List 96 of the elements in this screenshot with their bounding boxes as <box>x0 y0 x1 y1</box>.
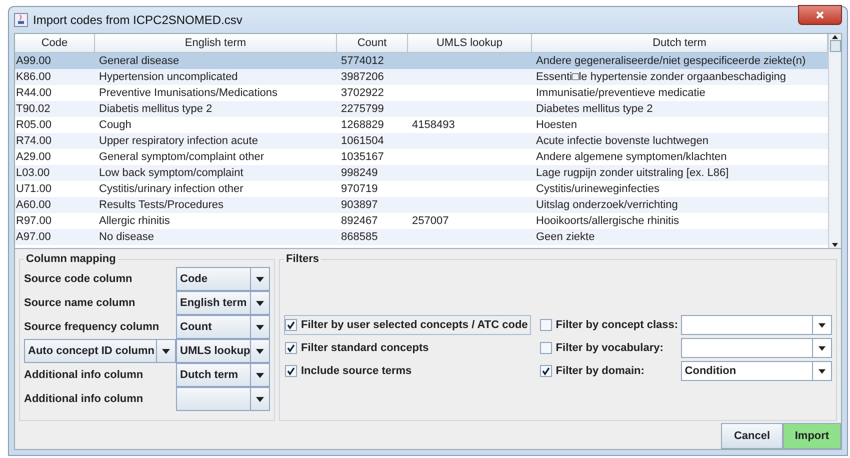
table-cell-text: Results Tests/Procedures <box>98 199 224 211</box>
table-cell-text: 3987206 <box>340 71 384 83</box>
column-dropdown[interactable]: Code <box>176 267 270 291</box>
column-header[interactable]: Count <box>337 34 408 53</box>
column-header[interactable]: Dutch term <box>532 34 828 53</box>
scrollbar[interactable] <box>828 34 841 248</box>
table-row[interactable]: A99.00 General disease 5774012 Andere gegeneraliseerde/niet gespecificeerde ziekte(n) <box>15 53 828 69</box>
column-dropdown[interactable]: UMLS lookup <box>176 339 270 363</box>
table-row[interactable]: A97.00 No disease 868585 Geen ziekte <box>15 229 828 245</box>
table-cell-text: General disease <box>98 55 180 67</box>
table-cell-text: Diabetis mellitus type 2 <box>98 103 212 115</box>
table-cell-text: 1268829 <box>340 119 384 131</box>
table-cell-text: 5774012 <box>340 55 384 67</box>
scroll-thumb[interactable] <box>830 40 840 52</box>
table-cell-text: 2275799 <box>340 103 384 115</box>
table-row[interactable]: T90.02 Diabetis mellitus type 2 2275799 Diabetes mellitus type 2 <box>15 101 828 117</box>
close-icon <box>815 10 825 20</box>
table-cell-text: Andere gegeneraliseerde/niet gespecificeerde ziekte(n) <box>535 55 806 67</box>
checkbox[interactable] <box>285 342 297 354</box>
table-cell-text: Acute infectie bovenste luchtwegen <box>535 135 708 147</box>
checkbox-label[interactable]: Filter by vocabulary: <box>556 342 664 354</box>
column-header[interactable]: English term <box>95 34 337 53</box>
group-title: Filters <box>285 253 320 265</box>
table-row[interactable]: K86.00 Hypertension uncomplicated 3987206 Essenti□le hypertensie zonder orgaanbeschadiging <box>15 69 828 85</box>
field-label: Additional info column <box>24 392 144 407</box>
table-row[interactable]: R74.00 Upper respiratory infection acute 1061504 Acute infectie bovenste luchtwegen <box>15 133 828 149</box>
table-cell-text: Cystitis/urineweginfecties <box>535 183 660 195</box>
table-cell: A29.00 <box>15 151 51 163</box>
checkbox[interactable] <box>540 365 552 377</box>
table-cell-text: Preventive Imunisations/Medications <box>98 87 278 99</box>
table-cell: R05.00 <box>15 119 52 131</box>
field-label: Source frequency column <box>24 320 160 335</box>
field-label: Source name column <box>24 296 136 311</box>
table-cell: A97.00 <box>15 231 51 243</box>
table-cell-text: 868585 <box>340 231 378 243</box>
field-label: Source code column <box>24 272 134 287</box>
table-cell-text: Upper respiratory infection acute <box>98 135 258 147</box>
table-cell-text: Allergic rhinitis <box>98 215 170 227</box>
table-cell-text: Uitslag onderzoek/verrichting <box>535 199 678 211</box>
group-title: Column mapping <box>25 253 117 265</box>
java-cup-icon <box>14 13 28 27</box>
table-cell-text: Cystitis/urinary infection other <box>98 183 244 195</box>
cancel-button[interactable]: Cancel <box>721 423 783 449</box>
table-row[interactable]: A60.00 Results Tests/Procedures 903897 Uitslag onderzoek/verrichting <box>15 197 828 213</box>
checkbox[interactable] <box>285 365 297 377</box>
checkbox[interactable] <box>285 319 297 331</box>
table-cell-text: Low back symptom/complaint <box>98 167 244 179</box>
window-title: Import codes from ICPC2SNOMED.csv <box>33 13 244 27</box>
checkbox-label[interactable]: Filter standard concepts <box>301 342 429 354</box>
table-cell-text: No disease <box>98 231 154 243</box>
checkbox-label[interactable]: Filter by domain: <box>556 365 644 377</box>
table-cell-text: 1061504 <box>340 135 384 147</box>
table-cell: R44.00 <box>15 87 52 99</box>
table-cell-text: 4158493 <box>411 119 455 131</box>
checkbox-label[interactable]: Include source terms <box>301 365 412 377</box>
table-cell: L03.00 <box>15 167 50 179</box>
scroll-down-icon[interactable] <box>831 242 839 248</box>
column-header[interactable]: Code <box>15 34 95 53</box>
table-cell-text: Hypertension uncomplicated <box>98 71 238 83</box>
column-dropdown[interactable]: Count <box>176 315 270 339</box>
table-row[interactable]: L03.00 Low back symptom/complaint 998249 Lage rugpijn zonder uitstraling [ex. L86] <box>15 165 828 181</box>
close-button[interactable] <box>798 5 842 25</box>
table-cell-text: 970719 <box>340 183 378 195</box>
table-cell-text: 1035167 <box>340 151 384 163</box>
import-button[interactable]: Import <box>783 423 841 449</box>
checkbox[interactable] <box>540 319 552 331</box>
table-cell-text: Hoesten <box>535 119 577 131</box>
table-cell: A60.00 <box>15 199 51 211</box>
checkbox-label[interactable]: Filter by concept class: <box>556 319 678 331</box>
table-cell-text: 903897 <box>340 199 378 211</box>
column-dropdown[interactable]: English term <box>176 291 270 315</box>
filter-dropdown[interactable]: Condition <box>680 361 832 381</box>
table-cell-text: Diabetes mellitus type 2 <box>535 103 653 115</box>
checkbox[interactable] <box>540 342 552 354</box>
table-cell: R74.00 <box>15 135 52 147</box>
table-cell-text: Immunisatie/preventieve medicatie <box>535 87 706 99</box>
table-cell-text: Cough <box>98 119 132 131</box>
table-cell: U71.00 <box>15 183 52 195</box>
table-cell: T90.02 <box>15 103 50 115</box>
column-dropdown[interactable]: Dutch term <box>176 363 270 387</box>
table-cell-text: General symptom/complaint other <box>98 151 264 163</box>
field-label: Additional info column <box>24 368 144 383</box>
table-cell-text: Andere algemene symptomen/klachten <box>535 151 727 163</box>
table-cell: R97.00 <box>15 215 52 227</box>
table-cell-text: Lage rugpijn zonder uitstraling [ex. L86] <box>535 167 729 179</box>
table-cell-text: 892467 <box>340 215 378 227</box>
table-cell-text: Geen ziekte <box>535 231 595 243</box>
table-cell: K86.00 <box>15 71 51 83</box>
table-cell-text: Hooikoorts/allergische rhinitis <box>535 215 680 227</box>
table-cell-text: 998249 <box>340 167 378 179</box>
table-cell-text: 3702922 <box>340 87 384 99</box>
column-header[interactable]: UMLS lookup <box>408 34 532 53</box>
table-cell-text: Essenti□le hypertensie zonder orgaanbeschadiging <box>535 71 786 83</box>
table-cell-text: 257007 <box>411 215 449 227</box>
column-type-dropdown[interactable]: Auto concept ID column <box>24 339 176 363</box>
table-cell: A99.00 <box>15 55 51 67</box>
